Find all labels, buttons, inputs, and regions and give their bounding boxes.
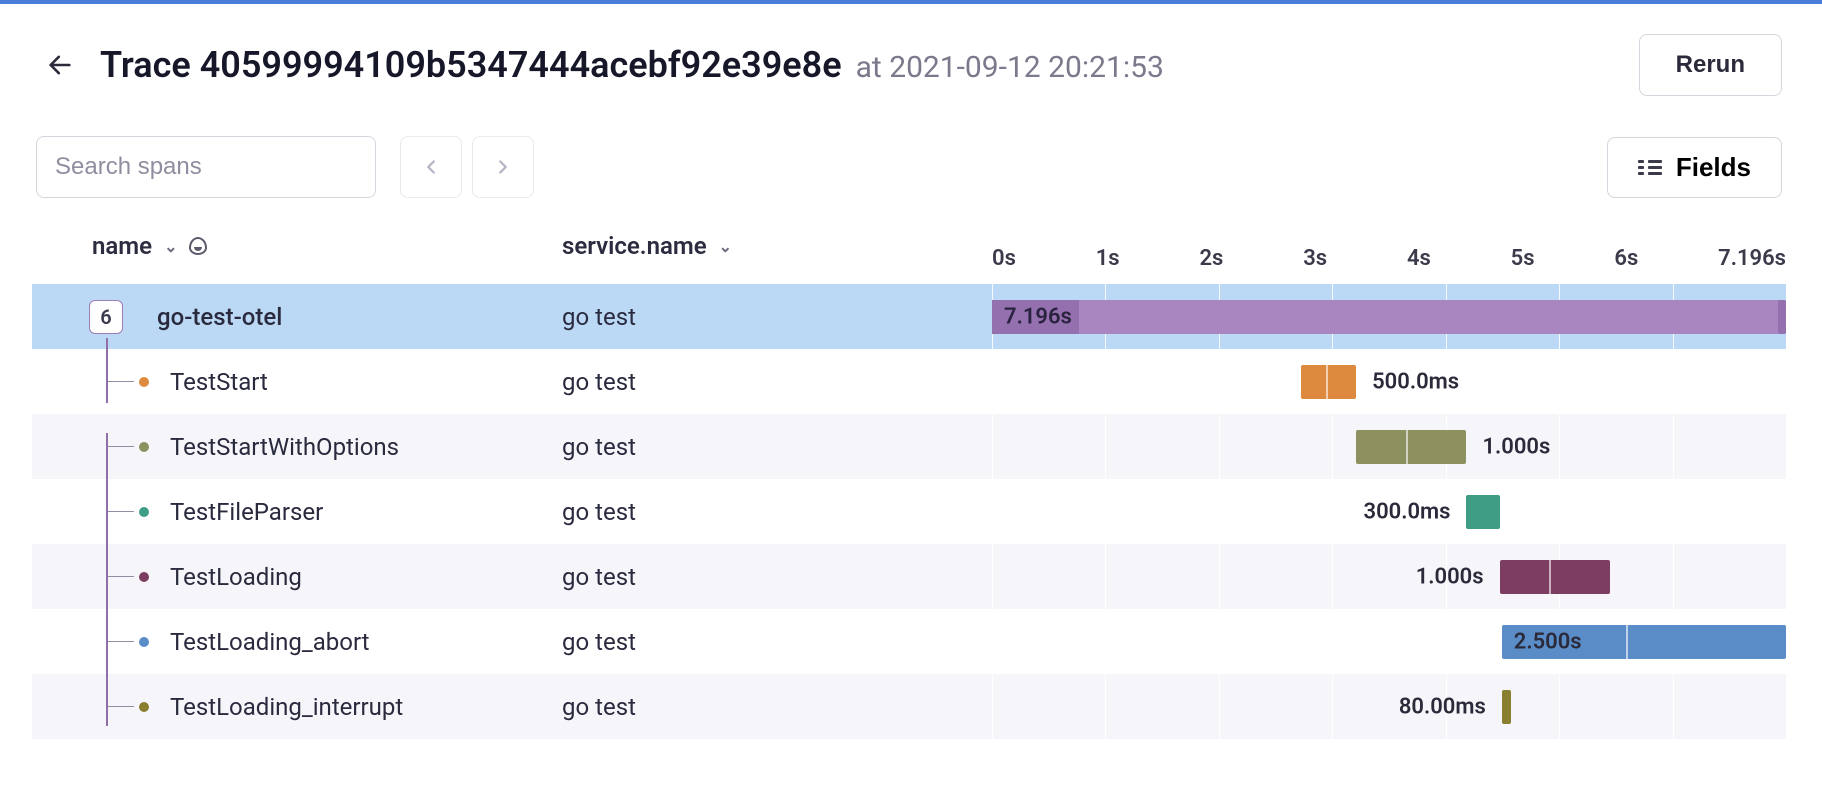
trace-timestamp: at 2021-09-12 20:21:53 [856,50,1164,85]
span-timeline: 500.0ms [992,349,1786,414]
span-timeline: 2.500s [992,609,1786,674]
tree-connector [106,377,149,387]
span-timeline: 300.0ms [992,479,1786,544]
rerun-button[interactable]: Rerun [1639,34,1782,96]
column-service-header[interactable]: service.name ⌄ [562,232,992,260]
span-row[interactable]: TestStart go test 500.0ms [32,349,1786,414]
chevron-down-icon: ⌄ [164,237,177,256]
tree-connector [106,442,149,452]
tree-connector [106,637,149,647]
toolbar: Fields [0,116,1822,218]
span-duration: 300.0ms [1364,499,1451,524]
timeline-tick: 4s [1407,246,1431,271]
span-row[interactable]: TestLoading_abort go test 2.500s [32,609,1786,674]
span-service: go test [562,498,992,526]
span-duration: 500.0ms [1372,369,1459,394]
span-name: TestFileParser [170,498,323,526]
span-dot-icon [139,377,149,387]
span-dot-icon [139,637,149,647]
span-name: go-test-otel [157,303,282,331]
chevron-down-icon: ⌄ [719,237,732,256]
span-duration: 80.00ms [1399,694,1486,719]
span-bar[interactable]: 7.196s [992,300,1786,334]
span-duration: 2.500s [1514,629,1582,654]
trace-id: 40599994109b5347444acebf92e39e8e [200,44,842,86]
span-service: go test [562,368,992,396]
timeline-tick: 5s [1511,246,1535,271]
tree-connector [106,507,149,517]
span-service: go test [562,303,992,331]
fields-button[interactable]: Fields [1607,137,1782,198]
span-duration: 1.000s [1482,434,1550,459]
tree-connector [106,572,149,582]
span-service: go test [562,628,992,656]
span-timeline: 1.000s [992,414,1786,479]
span-end-marker [1776,625,1786,659]
span-bar[interactable] [1356,430,1466,464]
columns-header: name ⌄ service.name ⌄ 0s 1s 2s 3s 4s 5s 6s 7.19… [32,218,1786,274]
span-service: go test [562,563,992,591]
child-count-badge[interactable]: 6 [89,300,123,334]
span-bar[interactable] [1500,560,1610,594]
span-end-marker [1778,300,1786,334]
span-bar[interactable]: 2.500s [1502,625,1778,659]
span-dot-icon [139,572,149,582]
span-dot-icon [139,702,149,712]
timeline-tick: 2s [1199,246,1223,271]
fields-icon [1638,160,1662,175]
span-name: TestLoading_interrupt [170,693,403,721]
back-button[interactable] [40,45,80,85]
span-name: TestLoading [170,563,302,591]
filter-icon [189,237,207,255]
timeline-tick: 6s [1614,246,1638,271]
span-duration: 1.000s [1416,564,1484,589]
next-result-button[interactable] [472,136,534,198]
page-title: Trace 40599994109b5347444acebf92e39e8e a… [100,44,1164,86]
chevron-left-icon [420,156,442,178]
span-bar[interactable] [1301,365,1356,399]
span-timeline: 1.000s [992,544,1786,609]
span-service: go test [562,433,992,461]
span-row-root[interactable]: 6 go-test-otel go test 7.196s [32,284,1786,349]
timeline-tick: 3s [1303,246,1327,271]
span-bar[interactable] [1466,495,1499,529]
page-header: Trace 40599994109b5347444acebf92e39e8e a… [0,4,1822,116]
span-dot-icon [139,507,149,517]
span-row[interactable]: TestLoading_interrupt go test 80.00ms [32,674,1786,739]
span-timeline: 80.00ms [992,674,1786,739]
span-timeline: 7.196s [992,284,1786,349]
column-name-header[interactable]: name ⌄ [32,232,562,260]
span-service: go test [562,693,992,721]
timeline-tick: 7.196s [1718,246,1786,271]
span-row[interactable]: TestLoading go test 1.000s [32,544,1786,609]
span-name: TestLoading_abort [170,628,370,656]
span-duration: 7.196s [1004,304,1072,329]
span-bar[interactable] [1502,690,1511,724]
arrow-left-icon [46,51,74,79]
prev-result-button[interactable] [400,136,462,198]
chevron-right-icon [492,156,514,178]
timeline-tick: 0s [992,246,1016,271]
span-row[interactable]: TestFileParser go test 300.0ms [32,479,1786,544]
span-name: TestStart [170,368,268,396]
timeline-tick: 1s [1096,246,1120,271]
span-dot-icon [139,442,149,452]
tree-connector [106,702,149,712]
search-input[interactable] [36,136,376,198]
span-row[interactable]: TestStartWithOptions go test 1.000s [32,414,1786,479]
span-name: TestStartWithOptions [170,433,399,461]
